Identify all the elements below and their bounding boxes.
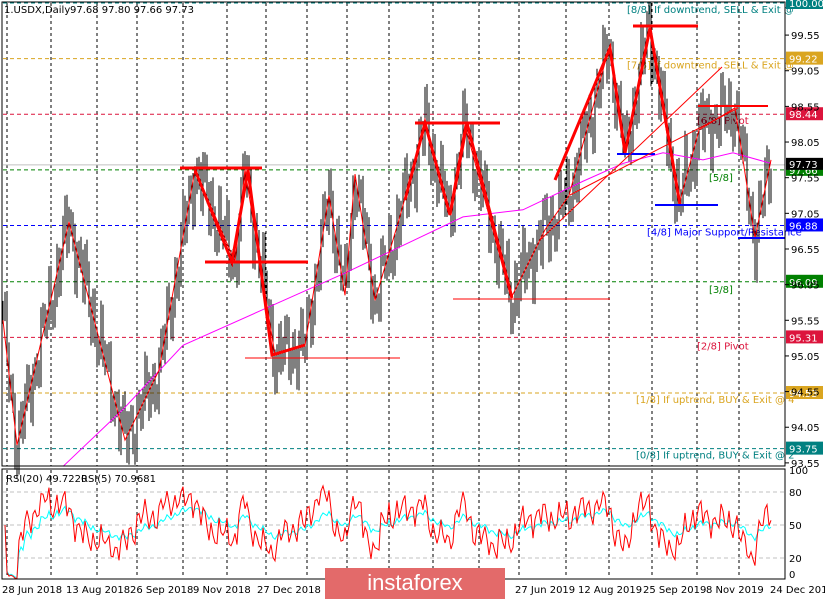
- x-axis-label: 27 Jun 2019: [515, 585, 575, 596]
- murrey-level-text: [3/8]: [709, 285, 733, 296]
- x-axis-label: 28 Jun 2018: [2, 585, 62, 596]
- rsi-tick-label: 50: [789, 521, 802, 532]
- price-tick-label: 96.55: [791, 245, 820, 256]
- price-tick-label: 95.05: [791, 352, 820, 363]
- ohlc-values: 97.68 97.80 97.66 97.73: [70, 5, 194, 16]
- murrey-level-text: [2/8] Pivot: [697, 341, 749, 352]
- x-axis-label: 26 Sep 2018: [130, 585, 193, 596]
- murrey-level-text: [0/8] If uptrend, BUY & Exit @ 2: [636, 451, 795, 462]
- rsi-tick-label: 0: [789, 570, 795, 581]
- x-axis-label: 24 Dec 2019: [770, 585, 825, 596]
- level-price-label: 96.88: [789, 221, 818, 232]
- x-axis-label: 25 Sep 2019: [643, 585, 706, 596]
- price-tick-label: 94.55: [791, 388, 820, 399]
- murrey-level-text: [5/8]: [709, 173, 733, 184]
- level-price-label: 99.22: [789, 55, 818, 66]
- price-tick-label: 97.05: [791, 209, 820, 220]
- price-tick-label: 95.55: [791, 316, 820, 327]
- rsi5-label: RSI(5) 70.9681: [81, 474, 156, 485]
- x-axis-label: 12 Aug 2019: [578, 585, 642, 596]
- rsi20-label: RSI(20) 49.7220: [6, 474, 87, 485]
- symbol-label: 1.USDX,Daily: [4, 5, 70, 16]
- instaforex-watermark: instaforex: [325, 568, 505, 599]
- x-axis-label: 9 Nov 2018: [193, 585, 251, 596]
- price-tick-label: 98.55: [791, 102, 820, 113]
- price-tick-label: 99.05: [791, 67, 820, 78]
- level-price-label: 93.75: [789, 445, 818, 456]
- level-price-label: 100.00: [789, 0, 824, 10]
- price-tick-label: 98.05: [791, 138, 820, 149]
- price-chart: [8/8] If downtrend, SELL & Exit @ [7/8] I…: [1, 0, 825, 596]
- price-tick-label: 99.55: [791, 31, 820, 42]
- murrey-level-text: [4/8] Major Support/Resistance: [647, 227, 802, 238]
- murrey-level-text: [1/8] If uptrend, BUY & Exit @ 4: [636, 395, 795, 406]
- rsi5-line: [4, 484, 772, 579]
- rsi-tick-label: 100: [789, 466, 808, 477]
- price-tick-label: 96.05: [791, 281, 820, 292]
- price-tick-label: 97.55: [791, 174, 820, 185]
- level-price-label: 95.31: [789, 333, 818, 344]
- rsi-tick-label: 20: [789, 554, 802, 565]
- chart-pattern-line: [403, 117, 514, 299]
- x-axis-label: 13 Aug 2018: [66, 585, 130, 596]
- x-axis-label: 8 Nov 2019: [706, 585, 764, 596]
- x-axis-label: 27 Dec 2018: [257, 585, 321, 596]
- price-tick-label: 94.05: [791, 423, 820, 434]
- murrey-level-text: [8/8] If downtrend, SELL & Exit @: [627, 5, 794, 16]
- rsi-tick-label: 80: [789, 488, 802, 499]
- current-price-label: 97.73: [789, 160, 818, 171]
- murrey-level-text: [7/8] If downtrend, SELL & Exit @: [627, 61, 794, 72]
